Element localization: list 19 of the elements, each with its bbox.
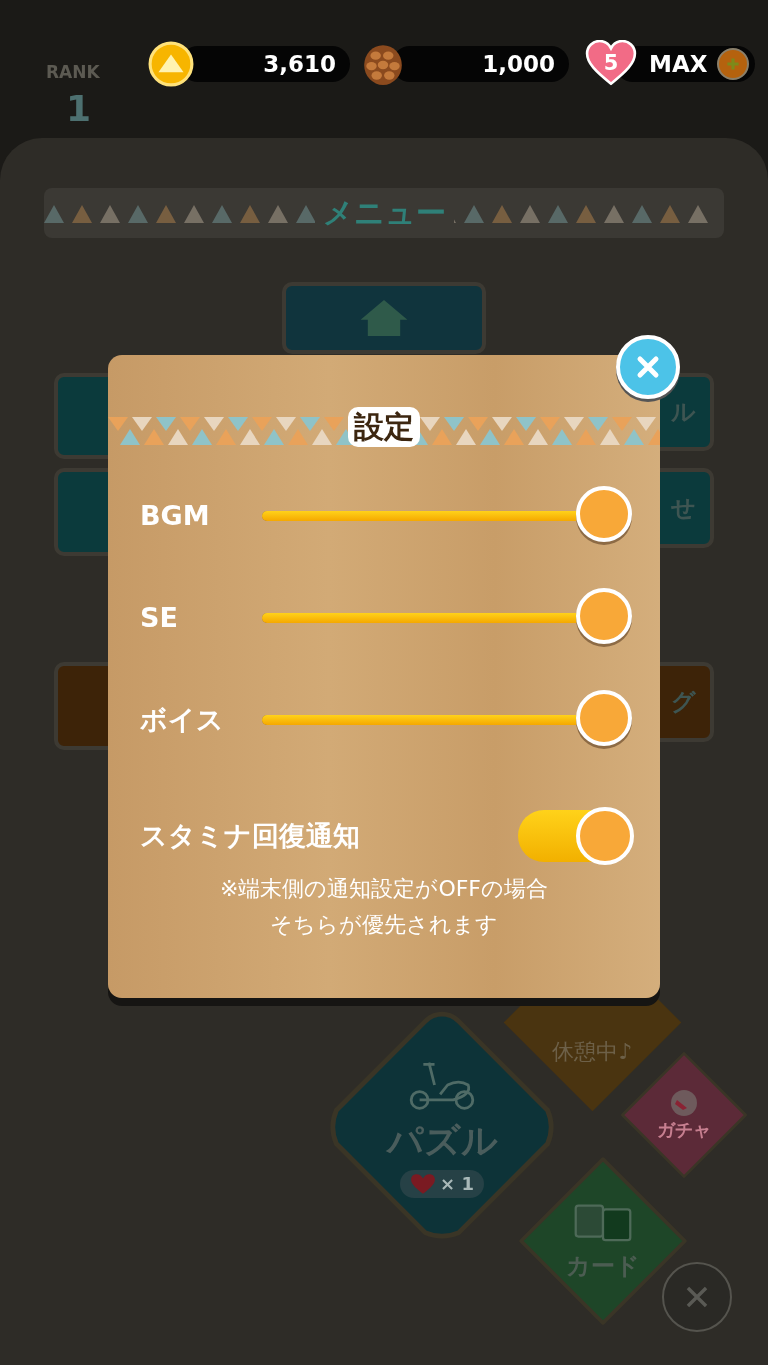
slider-thumb[interactable] [576,486,632,542]
home-button[interactable] [282,282,486,354]
heart-badge: 5 [585,40,637,86]
slider-label: BGM [140,499,211,534]
slider-label: ボイス [140,703,225,738]
dialog-title: 設定 [348,407,420,447]
coin-icon [148,41,194,87]
rank-label: RANK [46,62,100,82]
slider-label: SE [140,601,179,636]
capsule-icon [669,1088,699,1118]
add-button[interactable] [717,48,750,80]
slider-thumb[interactable] [576,690,632,746]
rank-number: 1 [66,88,92,129]
rest-label: 休憩中♪ [552,1038,633,1066]
toggle-label: スタミナ回復通知 [140,819,360,854]
note-text: ※端末側の通知設定がOFFの場合 そちらが優先されます [218,875,550,939]
slider-thumb[interactable] [576,588,632,644]
toggle-switch[interactable] [518,810,632,862]
plus-icon [725,56,742,72]
